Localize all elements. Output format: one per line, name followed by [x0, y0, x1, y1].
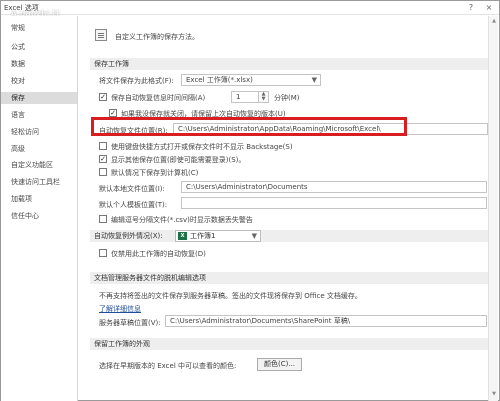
sidebar-item-customize-ribbon[interactable]: 自定义功能区 [1, 159, 77, 171]
autorecover-minutes-input[interactable]: 1 [231, 91, 259, 103]
offline-editing-header: 文档管理服务器文件的脱机编辑选项 [90, 272, 495, 284]
csv-warning-label: 编辑逗号分隔文件(*.csv)时显示数据丢失警告 [111, 216, 253, 224]
sidebar-item-accessibility[interactable]: 轻松访问 [1, 126, 77, 138]
minutes-unit-label: 分钟(M) [274, 94, 300, 102]
sidebar-item-add-ins[interactable]: 加载项 [1, 193, 77, 205]
chevron-down-icon: ▼ [311, 76, 317, 84]
highlight-annotation [91, 117, 407, 136]
sidebar-item-save[interactable]: 保存 [1, 92, 77, 104]
chevron-down-icon: ▼ [251, 232, 257, 240]
scroll-down-icon[interactable]: ▼ [491, 391, 497, 397]
close-button[interactable]: × [483, 2, 495, 13]
default-local-location-input[interactable]: C:\Users\Administrator\Documents [181, 181, 487, 193]
save-format-label: 将文件保存为此格式(F): [99, 77, 174, 85]
save-to-computer-checkbox[interactable] [99, 168, 107, 176]
disable-autorecover-label: 仅禁用此工作簿的自动恢复(D) [111, 250, 206, 258]
default-template-location-input[interactable] [181, 197, 487, 209]
sidebar-item-language[interactable]: 语言 [1, 109, 77, 121]
autorecover-exceptions-label: 自动恢复例外情况(X): [94, 232, 163, 240]
intro-text: 自定义工作簿的保存方法。 [115, 33, 199, 41]
autorecover-label: 保存自动恢复信息时间间隔(A) [111, 94, 206, 102]
colors-label: 选择在早期版本的 Excel 中可以查看的颜色: [99, 362, 237, 370]
save-format-select[interactable]: Excel 工作簿(*.xlsx) ▼ [181, 74, 321, 86]
default-local-location-label: 默认本地文件位置(I): [99, 185, 165, 193]
show-more-locations-checkbox[interactable]: ✓ [99, 155, 107, 163]
sidebar-item-formulas[interactable]: 公式 [1, 41, 77, 53]
sidebar-item-data[interactable]: 数据 [1, 58, 77, 70]
excel-workbook-icon: X [178, 232, 187, 240]
save-to-computer-label: 默认情况下保存到计算机(C) [111, 169, 199, 177]
sidebar-item-proofing[interactable]: 校对 [1, 75, 77, 87]
sidebar-item-quick-access-toolbar[interactable]: 快速访问工具栏 [1, 176, 77, 188]
default-template-location-label: 默认个人模板位置(T): [99, 201, 168, 209]
server-drafts-input[interactable]: C:\Users\Administrator\Documents\SharePo… [165, 315, 487, 327]
save-format-value: Excel 工作簿(*.xlsx) [186, 76, 253, 84]
options-sidebar: 常规 公式 数据 校对 保存 语言 轻松访问 高级 自定义功能区 快速访问工具栏… [1, 16, 78, 401]
sidebar-item-advanced[interactable]: 高级 [1, 143, 77, 155]
exceptions-workbook-value: 工作簿1 [190, 232, 216, 240]
sidebar-item-trust-center[interactable]: 信任中心 [1, 210, 77, 222]
offline-description: 不再支持将签出的文件保存到服务器草稿。签出的文件现将保存到 Office 文档缓… [99, 292, 362, 300]
keyboard-shortcut-checkbox[interactable] [99, 142, 107, 150]
title-bar: Excel 选项 A-gaozhi.tt ? × [1, 1, 499, 18]
autorecover-checkbox[interactable]: ✓ [99, 93, 107, 101]
server-drafts-label: 服务器草稿位置(V): [99, 319, 161, 327]
exceptions-workbook-select[interactable]: X 工作簿1 ▼ [175, 230, 261, 242]
save-document-icon [95, 29, 107, 41]
keyboard-shortcut-label: 使用键盘快捷方式打开或保存文件时不显示 Backstage(S) [111, 143, 293, 151]
disable-autorecover-checkbox[interactable] [99, 249, 107, 257]
keep-last-version-checkbox[interactable]: ✓ [109, 109, 117, 117]
save-options-content: 自定义工作簿的保存方法。 保存工作簿 将文件保存为此格式(F): Excel 工… [81, 16, 499, 401]
save-workbooks-header: 保存工作簿 [90, 58, 495, 70]
autorecover-exceptions-header: 自动恢复例外情况(X): [90, 230, 495, 242]
vertical-scrollbar[interactable]: ▲ ▼ [488, 16, 498, 401]
csv-warning-checkbox[interactable] [99, 215, 107, 223]
help-button[interactable]: ? [465, 2, 477, 13]
minutes-spinner[interactable]: ▲ ▼ [259, 91, 269, 103]
colors-button[interactable]: 颜色(C)... [257, 358, 303, 371]
learn-more-link[interactable]: 了解详细信息 [99, 304, 141, 314]
scroll-up-icon[interactable]: ▲ [491, 18, 497, 24]
excel-options-window: Excel 选项 A-gaozhi.tt ? × 常规 公式 数据 校对 保存 … [0, 0, 500, 401]
sidebar-item-general[interactable]: 常规 [1, 22, 77, 34]
preserve-appearance-header: 保留工作簿的外观 [90, 338, 495, 350]
show-more-locations-label: 显示其他保存位置(即使可能需要登录)(S)。 [111, 156, 246, 164]
